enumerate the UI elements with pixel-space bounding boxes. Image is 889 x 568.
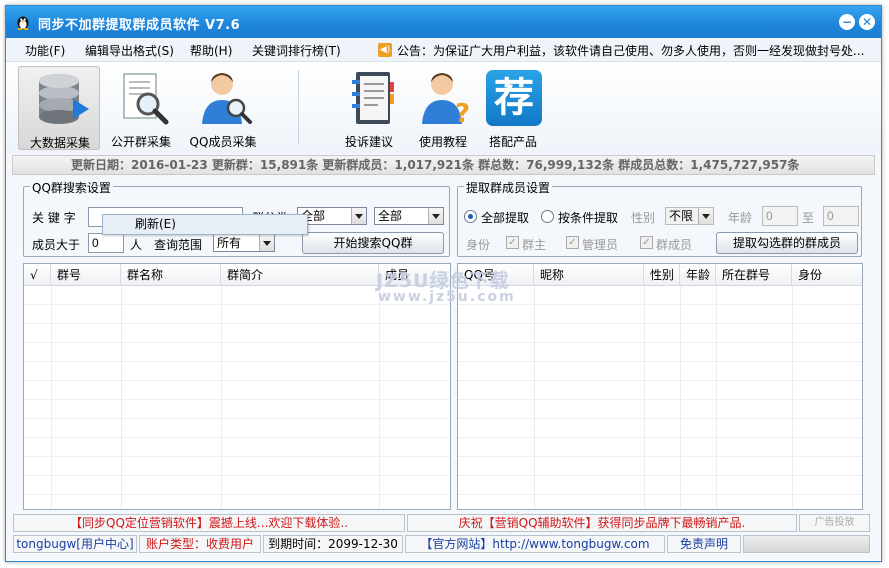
tool-complaint[interactable]: 投诉建议 <box>328 66 410 150</box>
promo-left[interactable]: 【同步QQ定位营销软件】震撼上线...欢迎下载体验.. <box>13 514 405 532</box>
col-gender[interactable]: 性别 <box>644 264 680 286</box>
extract-settings-group: 提取群成员设置 全部提取 按条件提取 性别 不限 年龄 至 身份 ✓ 群主 ✓ … <box>457 179 862 257</box>
search-settings-legend: QQ群搜索设置 <box>30 179 113 196</box>
scope-label: 查询范围 <box>154 238 203 252</box>
minimize-button[interactable]: − <box>839 14 855 30</box>
tool-big-data[interactable]: 大数据采集 <box>18 66 100 150</box>
col-group-number[interactable]: 所在群号 <box>716 264 792 286</box>
owner-label: 群主 <box>522 238 547 252</box>
chevron-down-icon <box>351 208 366 224</box>
category-select-2-value: 全部 <box>378 209 403 223</box>
menu-bar: 功能(F) 编辑导出格式(S) 帮助(H) 关键词排行榜(T) ◀) 公告：为保… <box>6 38 881 62</box>
database-icon <box>39 74 89 124</box>
search-groups-button[interactable]: 开始搜索QQ群 <box>302 232 444 254</box>
tool-label: 公开群采集 <box>110 135 171 149</box>
toolbar-separator <box>298 70 299 144</box>
gender-select-value: 不限 <box>669 209 694 223</box>
member-checkbox[interactable]: ✓ <box>640 236 653 249</box>
col-group-intro[interactable]: 群简介 <box>221 264 379 286</box>
close-button[interactable]: ✕ <box>859 14 875 30</box>
disclaimer-link[interactable]: 免责声明 <box>667 535 741 553</box>
members-label: 成员大于 <box>32 238 81 252</box>
admin-label: 管理员 <box>582 238 619 252</box>
notebook-icon <box>352 72 394 124</box>
user-help-icon: ? <box>422 73 470 128</box>
extract-cond-radio[interactable] <box>541 210 554 223</box>
admin-checkbox[interactable]: ✓ <box>566 236 579 249</box>
context-menu[interactable]: 刷新(E) <box>102 214 308 235</box>
context-menu-refresh[interactable]: 刷新(E) <box>135 217 176 231</box>
gender-select[interactable]: 不限 <box>665 207 714 225</box>
title-bar: 同步不加群提取群成员软件 V7.6 − ✕ <box>6 6 881 38</box>
tool-qq-members[interactable]: QQ成员采集 <box>182 66 264 150</box>
toolbar: 大数据采集 公开群采集 QQ成员采集 投诉建议 ? 使用教程 荐 搭配产品 <box>6 62 881 154</box>
app-window: 同步不加群提取群成员软件 V7.6 − ✕ 功能(F) 编辑导出格式(S) 帮助… <box>5 5 882 562</box>
chevron-down-icon <box>428 208 443 224</box>
expire-date: 到期时间：2099-12-30 <box>263 535 403 553</box>
members-table-header: QQ号 昵称 性别 年龄 所在群号 身份 <box>458 264 862 286</box>
update-stats: 更新日期：2016-01-23 更新群：15,891条 更新群成员：1,017,… <box>12 155 875 175</box>
extract-members-button[interactable]: 提取勾选群的群成员 <box>716 232 858 254</box>
menu-keyword-rank[interactable]: 关键词排行榜(T) <box>252 42 341 59</box>
notice-marquee: 公告：为保证广大用户利益，该软件请自己使用、勿多人使用，否则一经发现做封号处..… <box>397 44 865 58</box>
speaker-icon: ◀) <box>378 43 392 57</box>
extract-cond-label[interactable]: 按条件提取 <box>558 209 618 226</box>
scope-select-value: 所有 <box>217 236 242 250</box>
col-group-id[interactable]: 群号 <box>51 264 121 286</box>
extract-all-label[interactable]: 全部提取 <box>481 209 529 226</box>
col-role[interactable]: 身份 <box>792 264 862 286</box>
tool-label: 大数据采集 <box>29 136 90 150</box>
tool-products[interactable]: 荐 搭配产品 <box>472 66 554 150</box>
tool-label: 搭配产品 <box>488 135 537 149</box>
groups-table-body <box>24 286 450 509</box>
member-label: 群成员 <box>656 238 693 252</box>
col-nickname[interactable]: 昵称 <box>534 264 644 286</box>
col-check[interactable]: √ <box>24 264 51 286</box>
tool-public-groups[interactable]: 公开群采集 <box>100 66 182 150</box>
members-table[interactable]: QQ号 昵称 性别 年龄 所在群号 身份 <box>457 263 863 510</box>
keyword-label: 关 键 字 <box>32 211 76 225</box>
gender-label: 性别 <box>631 211 656 225</box>
progress-bar <box>743 535 870 553</box>
close-icon: ✕ <box>861 15 873 29</box>
age-from-input[interactable] <box>762 206 798 226</box>
category-select-2[interactable]: 全部 <box>374 207 444 225</box>
owner-checkbox[interactable]: ✓ <box>506 236 519 249</box>
official-site-link[interactable]: 【官方网站】http://www.tongbugw.com <box>405 535 665 553</box>
tool-label: QQ成员采集 <box>189 135 257 149</box>
user-center-link[interactable]: tongbugw[用户中心] <box>13 535 137 553</box>
chevron-down-icon <box>698 208 713 224</box>
document-search-icon <box>123 73 169 125</box>
minimize-icon: − <box>841 15 853 29</box>
menu-edit-export[interactable]: 编辑导出格式(S) <box>85 42 174 59</box>
svg-text:?: ? <box>455 99 470 128</box>
age-to-input[interactable] <box>823 206 859 226</box>
col-age[interactable]: 年龄 <box>680 264 716 286</box>
col-group-name[interactable]: 群名称 <box>121 264 221 286</box>
chevron-down-icon <box>259 235 274 251</box>
members-unit: 人 <box>130 238 143 252</box>
account-type: 账户类型：收费用户 <box>139 535 261 553</box>
tool-label: 投诉建议 <box>344 135 393 149</box>
user-search-icon <box>202 73 252 124</box>
brand-icon: 荐 <box>486 70 542 126</box>
extract-settings-legend: 提取群成员设置 <box>464 179 553 196</box>
scope-select[interactable]: 所有 <box>213 234 275 252</box>
watermark-url: www.jz5u.com <box>378 289 516 305</box>
penguin-icon <box>17 16 29 30</box>
menu-function[interactable]: 功能(F) <box>25 42 65 59</box>
promo-right[interactable]: 庆祝【营销QQ辅助软件】获得同步品牌下最畅销产品. <box>407 514 797 532</box>
extract-all-radio[interactable] <box>464 210 477 223</box>
members-input[interactable] <box>88 233 124 253</box>
ad-placement[interactable]: 广告投放 <box>799 514 870 532</box>
age-label: 年龄 <box>728 211 753 225</box>
members-table-body <box>458 286 862 509</box>
age-to-label: 至 <box>802 211 815 225</box>
role-label: 身份 <box>466 238 491 252</box>
menu-help[interactable]: 帮助(H) <box>190 42 232 59</box>
window-title: 同步不加群提取群成员软件 V7.6 <box>38 18 241 33</box>
